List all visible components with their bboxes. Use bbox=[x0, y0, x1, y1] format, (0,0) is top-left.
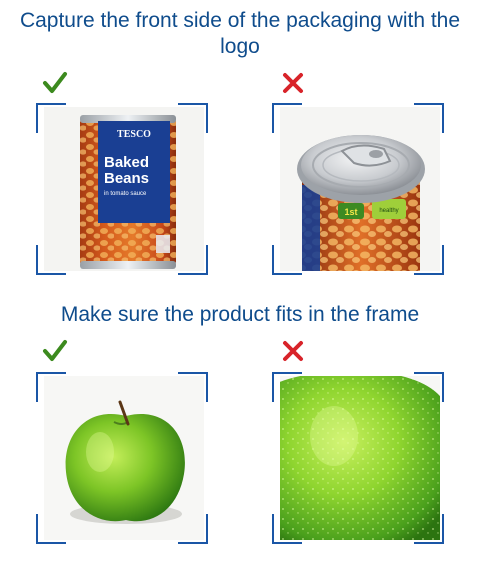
frame-corner bbox=[36, 245, 66, 275]
frame-corner bbox=[272, 103, 302, 133]
correct-example-apple-fit bbox=[36, 372, 208, 544]
frame-corner bbox=[178, 245, 208, 275]
correct-example-can-front: TESCO Baked Beans in tomato sauce bbox=[36, 103, 208, 275]
capture-packaging-instruction: Capture the front side of the packaging … bbox=[19, 9, 461, 58]
frame-corner bbox=[178, 103, 208, 133]
frame-corner bbox=[36, 103, 66, 133]
frame-corner bbox=[178, 372, 208, 402]
frame-corner bbox=[414, 372, 444, 402]
check-icon bbox=[42, 70, 68, 96]
cross-icon bbox=[280, 70, 306, 96]
check-icon bbox=[42, 338, 68, 364]
incorrect-example-apple-cropped bbox=[272, 372, 444, 544]
label-line-1: Baked bbox=[104, 154, 149, 171]
label-line-3: in tomato sauce bbox=[104, 191, 147, 197]
frame-corner bbox=[414, 103, 444, 133]
frame-corner bbox=[414, 514, 444, 544]
frame-corner bbox=[36, 514, 66, 544]
label-line-2: Beans bbox=[104, 170, 149, 187]
incorrect-example-can-top: 1st healthy bbox=[272, 103, 444, 275]
frame-corner bbox=[414, 245, 444, 275]
tesco-logo-text: TESCO bbox=[117, 129, 151, 140]
frame-corner bbox=[272, 245, 302, 275]
frame-corner bbox=[272, 514, 302, 544]
badge-text-2: healthy bbox=[379, 208, 398, 214]
frame-corner bbox=[272, 372, 302, 402]
frame-corner bbox=[178, 514, 208, 544]
cross-icon bbox=[280, 338, 306, 364]
fit-in-frame-instruction: Make sure the product fits in the frame bbox=[60, 303, 420, 326]
frame-corner bbox=[36, 372, 66, 402]
badge-text-1: 1st bbox=[344, 207, 357, 217]
